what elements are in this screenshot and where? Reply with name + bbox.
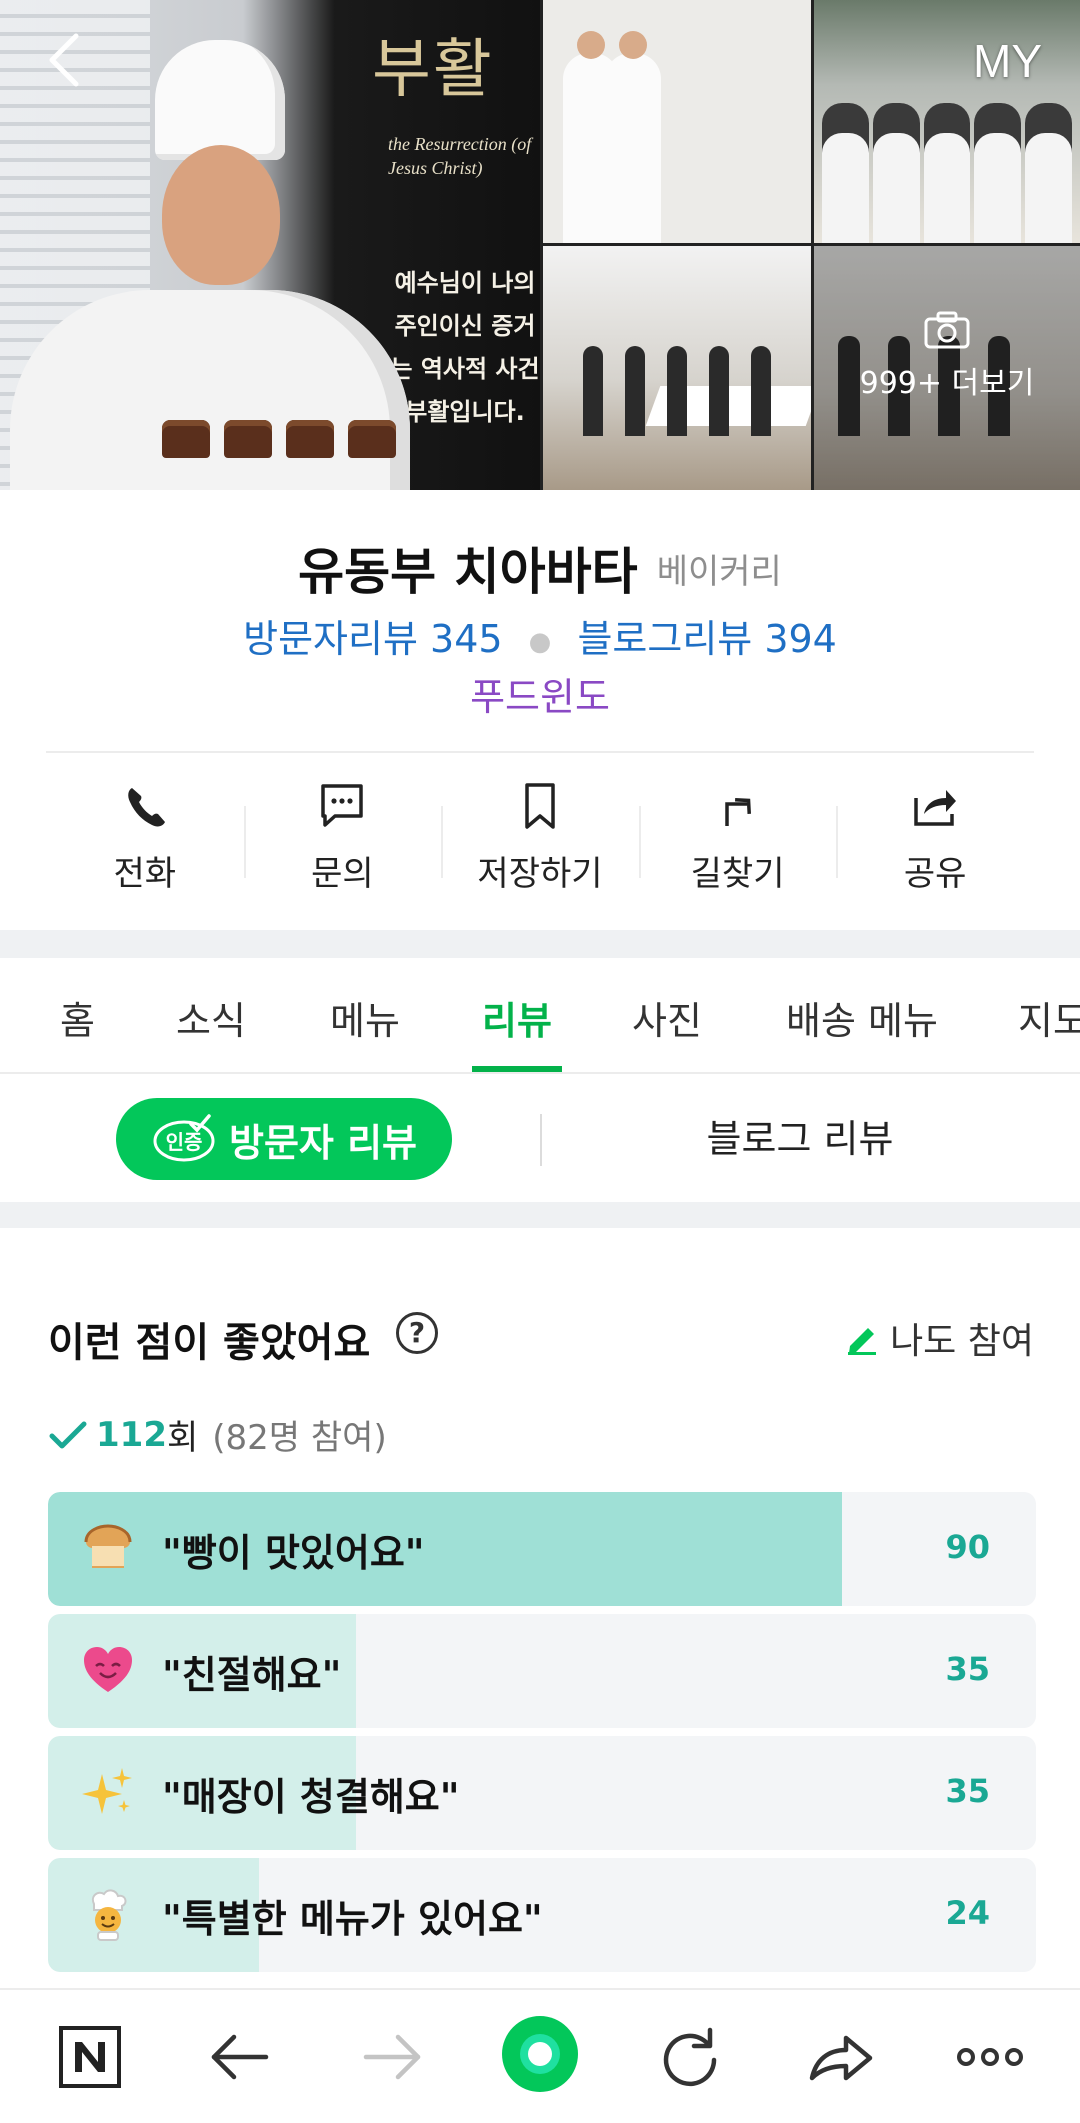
- pencil-icon: [848, 1328, 877, 1355]
- share-label: 공유: [903, 854, 967, 894]
- visitor-review-label: 방문자 리뷰: [228, 1120, 418, 1165]
- tab-reviews[interactable]: 리뷰: [482, 990, 552, 1045]
- tab-delivery-menu[interactable]: 배송 메뉴: [786, 990, 938, 1045]
- review-links: 방문자리뷰 345 ● 블로그리뷰 394: [0, 608, 1080, 663]
- tab-menu[interactable]: 메뉴: [330, 990, 400, 1045]
- chat-icon: [321, 784, 364, 827]
- visitor-review-tab[interactable]: 인증 방문자 리뷰: [116, 1098, 452, 1180]
- review-type-tabs: 인증 방문자 리뷰 블로그 리뷰: [0, 1074, 1080, 1202]
- sign-subtitle: the Resurrection (of Jesus Christ): [388, 134, 532, 178]
- share-arrow-icon[interactable]: [800, 2022, 880, 2092]
- save-label: 저장하기: [477, 854, 603, 894]
- directions-icon: [724, 798, 751, 826]
- visitor-review-link[interactable]: 방문자리뷰 345: [243, 617, 502, 661]
- keyword-count: 35: [945, 1772, 990, 1810]
- foodwindow-link[interactable]: 푸드윈도: [0, 666, 1080, 721]
- keyword-label: "친절해요": [162, 1653, 342, 1697]
- browser-bottom-bar: [0, 1988, 1080, 2123]
- heart-face-icon: [84, 1647, 132, 1692]
- home-green-icon[interactable]: [500, 2014, 580, 2094]
- photo-more-button[interactable]: 999+ 더보기: [814, 310, 1080, 402]
- keyword-count: 90: [945, 1528, 990, 1566]
- place-info: 유동부 치아바타 베이커리 방문자리뷰 345 ● 블로그리뷰 394 푸드윈도…: [0, 490, 1080, 930]
- my-button[interactable]: MY: [973, 34, 1042, 88]
- blog-review-tab[interactable]: 블로그 리뷰: [540, 1104, 1060, 1174]
- keyword-bar: "매장이 청결해요" 35: [48, 1736, 1036, 1850]
- chef-icon: [92, 1889, 127, 1941]
- more-dots-icon[interactable]: [950, 2022, 1030, 2092]
- keyword-count: 24: [945, 1894, 990, 1932]
- separator-dot: ●: [528, 626, 552, 657]
- tab-map[interactable]: 지도: [1018, 990, 1080, 1045]
- divider: [46, 751, 1034, 753]
- share-button[interactable]: 공유: [836, 780, 1034, 910]
- section-gap: [0, 930, 1080, 958]
- directions-button[interactable]: 길찾기: [638, 780, 837, 910]
- sign-title: 부활: [372, 33, 494, 107]
- keyword-bar: "친절해요" 35: [48, 1614, 1036, 1728]
- place-title-row: 유동부 치아바타 베이커리: [0, 532, 1080, 604]
- place-name: 유동부 치아바타: [298, 543, 638, 601]
- save-button[interactable]: 저장하기: [441, 780, 639, 910]
- photo-thumb-1[interactable]: [543, 0, 811, 243]
- directions-label: 길찾기: [690, 854, 785, 894]
- bookmark-icon: [525, 783, 555, 829]
- check-icon: [49, 1421, 87, 1448]
- certified-badge-icon: 인증: [153, 1114, 215, 1162]
- keyword-label: "특별한 메뉴가 있어요": [162, 1897, 543, 1941]
- refresh-icon[interactable]: [650, 2022, 730, 2092]
- keyword-label: "매장이 청결해요": [162, 1775, 460, 1819]
- keyword-bar: "특별한 메뉴가 있어요" 24: [48, 1858, 1036, 1972]
- help-icon[interactable]: ?: [396, 1312, 438, 1354]
- participants: (82명 참여): [212, 1418, 387, 1458]
- phone-icon: [128, 788, 165, 827]
- join-label: 나도 참여: [890, 1321, 1034, 1362]
- certified-badge-text: 인증: [166, 1130, 203, 1154]
- place-category: 베이커리: [656, 551, 782, 592]
- share-icon: [914, 790, 957, 826]
- keyword-review-section: 이런 점이 좋았어요 ? 나도 참여 112 회 (82명 참여) "빵이 맛있…: [0, 1228, 1080, 1988]
- bread-icon: [84, 1524, 132, 1568]
- back-arrow-icon[interactable]: [200, 2022, 280, 2092]
- call-label: 전화: [113, 854, 177, 894]
- keyword-heading: 이런 점이 좋았어요: [48, 1320, 371, 1366]
- photo-more-label: 999+ 더보기: [859, 366, 1035, 401]
- action-bar: 전화 문의 저장하기 길찾기 공유: [46, 780, 1034, 910]
- tab-home[interactable]: 홈: [60, 990, 95, 1045]
- keyword-bar: "빵이 맛있어요" 90: [48, 1492, 1036, 1606]
- keyword-summary: 112 회 (82명 참여): [48, 1410, 387, 1459]
- forward-arrow-icon[interactable]: [352, 2022, 432, 2092]
- total-count: 112: [96, 1414, 167, 1455]
- active-tab-underline: [472, 1066, 562, 1072]
- tab-photos[interactable]: 사진: [632, 990, 702, 1045]
- call-button[interactable]: 전화: [46, 780, 244, 910]
- sign-verse: 예수님이 나의 주인이신 증거는 역사적 사건 부활입니다.: [390, 269, 540, 426]
- photo-thumb-3[interactable]: [543, 246, 811, 490]
- back-chevron-icon[interactable]: [40, 30, 90, 90]
- muffin-tray: [162, 420, 412, 460]
- section-gap: [0, 1202, 1080, 1228]
- photo-gallery[interactable]: 부활 the Resurrection (of Jesus Christ) 예수…: [0, 0, 1080, 490]
- sparkles-icon: [82, 1768, 132, 1814]
- tab-bar: 홈 소식 메뉴 리뷰 사진 배송 메뉴 지도: [0, 958, 1080, 1074]
- tab-news[interactable]: 소식: [176, 990, 246, 1045]
- blog-review-link[interactable]: 블로그리뷰 394: [577, 617, 836, 661]
- inquiry-button[interactable]: 문의: [243, 780, 442, 910]
- join-button[interactable]: 나도 참여: [844, 1312, 1034, 1364]
- camera-icon: [924, 311, 970, 349]
- keyword-label: "빵이 맛있어요": [162, 1531, 425, 1575]
- keyword-count: 35: [945, 1650, 990, 1688]
- total-unit: 회: [166, 1418, 199, 1458]
- naver-n-icon[interactable]: [50, 2022, 130, 2092]
- inquiry-label: 문의: [311, 854, 374, 894]
